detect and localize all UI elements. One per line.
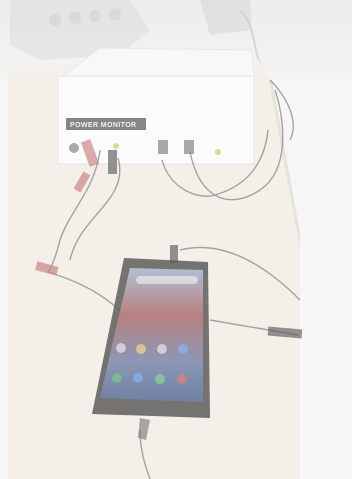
haze bbox=[0, 0, 352, 479]
photo-illustration: POWER MONITOR bbox=[0, 0, 352, 479]
photo-scene: POWER MONITOR bbox=[0, 0, 352, 479]
